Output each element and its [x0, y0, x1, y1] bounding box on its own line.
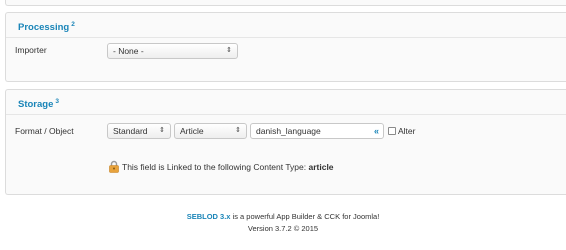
processing-section: Processing 2 Importer - None - ⇕	[5, 12, 566, 82]
format-object-label: Format / Object	[15, 126, 74, 136]
storage-type-value: Standard	[113, 126, 148, 136]
linked-notice-text: This field is Linked to the following Co…	[122, 162, 309, 172]
double-chevron-icon[interactable]: «	[374, 124, 379, 138]
processing-title-sup: 2	[71, 21, 75, 28]
storage-divider	[6, 114, 566, 115]
object-select-value: Article	[180, 126, 204, 136]
linked-content-type-notice: This field is Linked to the following Co…	[122, 162, 334, 172]
importer-label: Importer	[15, 45, 47, 55]
processing-title-text: Processing	[18, 22, 70, 34]
footer-tagline-text: is a powerful App Builder & CCK for Joom…	[230, 212, 380, 221]
linked-content-type: article	[308, 162, 334, 172]
importer-select-value: - None -	[113, 46, 144, 56]
alter-checkbox[interactable]	[388, 127, 396, 135]
processing-title: Processing 2	[18, 21, 75, 33]
storage-field-value: danish_language	[256, 126, 321, 136]
alter-label: Alter	[398, 126, 416, 136]
select-arrows-icon: ⇕	[226, 47, 232, 54]
footer-tagline: SEBLOD 3.x is a powerful App Builder & C…	[0, 212, 566, 221]
storage-title: Storage 3	[18, 98, 59, 110]
storage-section: Storage 3 Format / Object Standard ⇕ Arti…	[5, 89, 566, 195]
storage-field-input[interactable]: danish_language «	[250, 123, 384, 139]
storage-type-select[interactable]: Standard ⇕	[107, 123, 171, 139]
storage-title-text: Storage	[18, 99, 54, 111]
object-select[interactable]: Article ⇕	[174, 123, 247, 139]
seblod-brand-link[interactable]: SEBLOD 3.x	[187, 212, 231, 221]
select-arrows-icon: ⇕	[235, 127, 241, 134]
select-arrows-icon: ⇕	[159, 127, 165, 134]
storage-title-sup: 3	[55, 98, 59, 105]
footer-version: Version 3.7.2 © 2015	[247, 224, 319, 233]
previous-section-panel	[5, 0, 566, 6]
processing-divider	[6, 37, 566, 38]
importer-select[interactable]: - None - ⇕	[107, 43, 238, 59]
lock-icon	[109, 160, 119, 173]
